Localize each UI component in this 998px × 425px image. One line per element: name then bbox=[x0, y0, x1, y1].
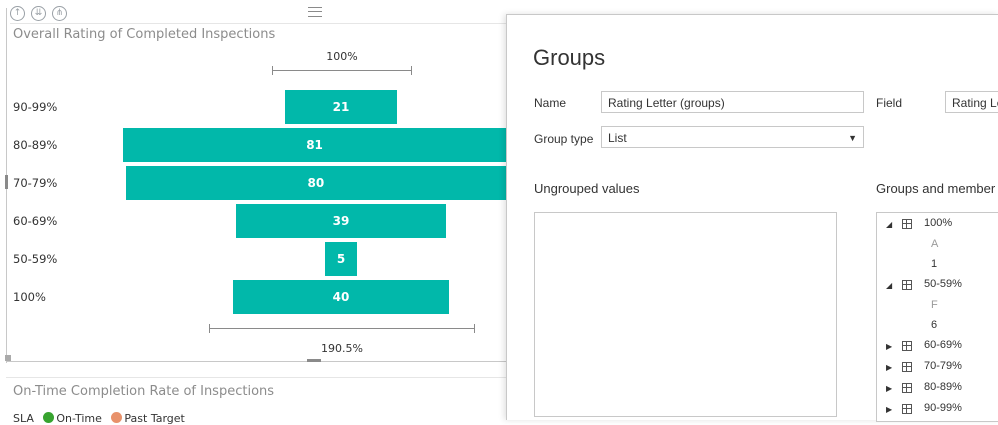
chevron-down-icon: ▼ bbox=[848, 133, 857, 143]
expand-triangle-icon[interactable]: ▶ bbox=[886, 384, 894, 393]
group-table-icon bbox=[902, 404, 912, 414]
group-member[interactable]: 1 bbox=[931, 258, 937, 270]
groups-heading: Groups and member bbox=[876, 181, 996, 196]
ungrouped-heading: Ungrouped values bbox=[534, 181, 640, 196]
completion-rate-visual[interactable]: On-Time Completion Rate of Inspections S… bbox=[6, 377, 506, 425]
collapse-triangle-icon[interactable]: ◢ bbox=[886, 281, 894, 290]
expand-triangle-icon[interactable]: ▶ bbox=[886, 405, 894, 414]
top-bracket-label: 100% bbox=[326, 50, 358, 63]
dialog-title: Groups bbox=[533, 45, 606, 70]
visual-frame-bottom bbox=[6, 361, 506, 362]
group-type-value: List bbox=[608, 131, 627, 145]
groups-list[interactable]: ◢ 100% A 1 ◢ 50-59% F 6 ▶ 60-69% ▶ 70-79% ▶ 80-89% ▶ 90… bbox=[876, 212, 998, 422]
groups-dialog: Groups Name Rating Letter (groups) Field… bbox=[506, 14, 998, 422]
group-member[interactable]: 6 bbox=[931, 319, 937, 331]
group-member[interactable]: A bbox=[931, 238, 938, 250]
field-label: Field bbox=[876, 96, 903, 110]
legend-dot-past-target bbox=[111, 412, 123, 423]
visual-title-2: On-Time Completion Rate of Inspections bbox=[13, 384, 275, 399]
group-table-icon bbox=[902, 341, 912, 351]
group-name: 90-99% bbox=[924, 402, 962, 414]
name-input[interactable]: Rating Letter (groups) bbox=[601, 91, 864, 113]
double-down-arrow-icon[interactable]: ⇊ bbox=[31, 6, 46, 21]
drag-grip-icon[interactable] bbox=[308, 7, 322, 17]
resize-handle-left[interactable] bbox=[5, 175, 8, 189]
row-label: 90-99% bbox=[13, 100, 58, 114]
expand-triangle-icon[interactable]: ▶ bbox=[886, 342, 894, 351]
top-bracket bbox=[272, 66, 412, 75]
group-name: 70-79% bbox=[924, 360, 962, 372]
up-arrow-icon[interactable]: ↑ bbox=[10, 6, 25, 21]
group-table-icon bbox=[902, 219, 912, 229]
group-table-icon bbox=[902, 383, 912, 393]
expand-triangle-icon[interactable]: ▶ bbox=[886, 363, 894, 372]
expand-level-icon[interactable]: ⋔ bbox=[52, 6, 67, 21]
funnel-bar[interactable]: 81 bbox=[123, 128, 506, 162]
resize-handle-corner[interactable] bbox=[5, 355, 11, 361]
funnel-bar[interactable]: 39 bbox=[236, 204, 446, 238]
group-type-select[interactable]: List ▼ bbox=[601, 126, 864, 148]
bottom-bracket-label: 190.5% bbox=[321, 342, 363, 355]
funnel-bar[interactable]: 5 bbox=[325, 242, 357, 276]
field-input[interactable]: Rating Le bbox=[945, 91, 998, 113]
group-name: 80-89% bbox=[924, 381, 962, 393]
group-type-label: Group type bbox=[534, 132, 594, 146]
name-label: Name bbox=[534, 96, 567, 110]
bottom-bracket bbox=[209, 324, 475, 333]
row-label: 50-59% bbox=[13, 252, 58, 266]
resize-handle-bottom[interactable] bbox=[307, 359, 321, 362]
group-name: 60-69% bbox=[924, 339, 962, 351]
funnel-bar[interactable]: 21 bbox=[284, 90, 398, 124]
row-label: 80-89% bbox=[13, 138, 58, 152]
group-name: 100% bbox=[924, 217, 953, 229]
collapse-triangle-icon[interactable]: ◢ bbox=[886, 220, 894, 229]
row-label: 60-69% bbox=[13, 214, 58, 228]
row-label: 70-79% bbox=[13, 176, 58, 190]
funnel-bar[interactable]: 80 bbox=[125, 166, 506, 200]
group-table-icon bbox=[902, 362, 912, 372]
group-member[interactable]: F bbox=[931, 299, 938, 311]
visual-title: Overall Rating of Completed Inspections bbox=[13, 27, 276, 42]
group-name: 50-59% bbox=[924, 278, 962, 290]
funnel-bar[interactable]: 40 bbox=[233, 280, 449, 314]
row-label: 100% bbox=[13, 290, 46, 304]
group-table-icon bbox=[902, 280, 912, 290]
ungrouped-values-list[interactable] bbox=[534, 212, 837, 417]
legend-dot-on-time bbox=[43, 412, 55, 423]
